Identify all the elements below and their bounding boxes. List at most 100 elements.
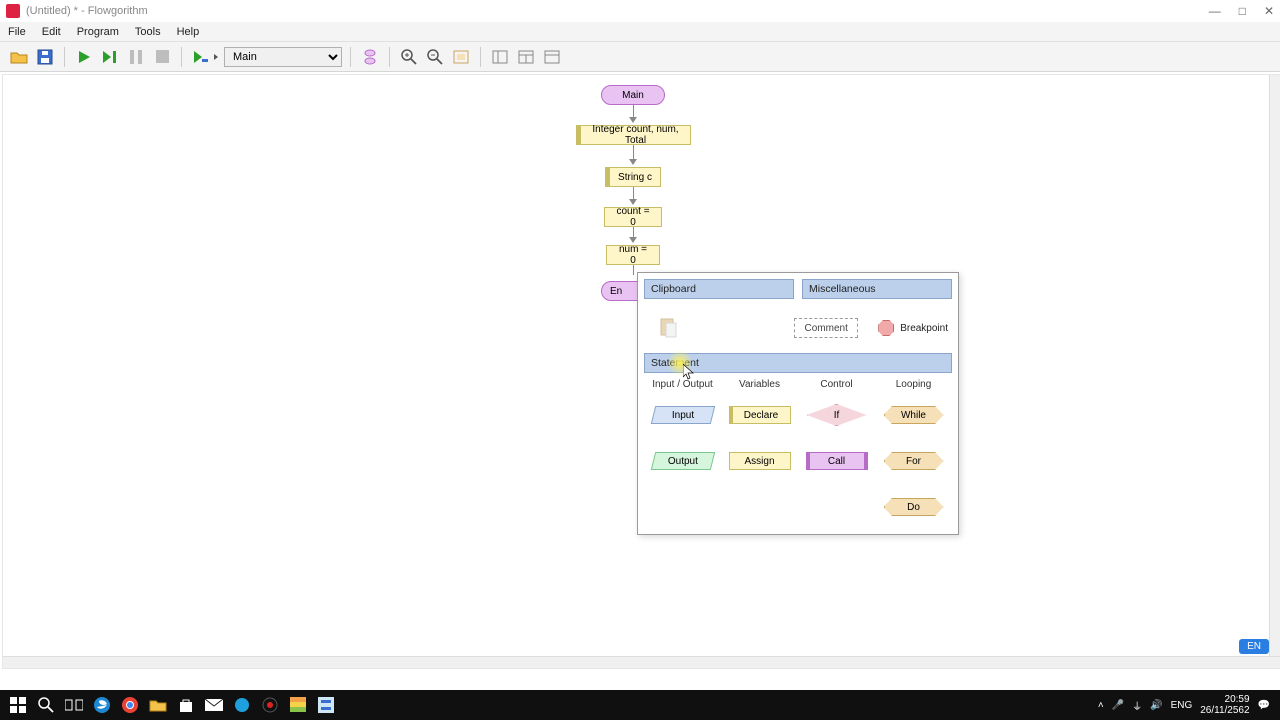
separator <box>350 47 351 67</box>
edge-icon[interactable] <box>88 691 116 719</box>
arrow-head-icon <box>629 159 637 165</box>
shape-comment-label: Comment <box>805 323 848 334</box>
task-view-icon[interactable] <box>60 691 88 719</box>
menubar: File Edit Program Tools Help <box>0 22 1280 42</box>
col-loop: Looping <box>875 379 952 390</box>
shape-input[interactable]: Input <box>651 404 715 426</box>
chrome-icon[interactable] <box>116 691 144 719</box>
tray-volume-icon[interactable]: 🔊 <box>1150 700 1162 711</box>
app2-icon[interactable] <box>284 691 312 719</box>
flowgorithm-taskbar-icon[interactable] <box>312 691 340 719</box>
app-icon <box>6 4 20 18</box>
separator <box>64 47 65 67</box>
node-main-label: Main <box>622 90 644 101</box>
arrow-head-icon <box>629 117 637 123</box>
shape-input-label: Input <box>671 410 693 421</box>
language-badge[interactable]: EN <box>1239 639 1269 654</box>
zoom-fit-icon[interactable] <box>450 46 472 68</box>
app1-icon[interactable] <box>228 691 256 719</box>
node-assign-num-label: num = 0 <box>617 244 649 266</box>
run-speed-icon[interactable] <box>190 46 220 68</box>
flowchart-canvas[interactable]: Main Integer count, num, Total String c … <box>2 74 1280 669</box>
titlebar: (Untitled) * - Flowgorithm — □ ✕ <box>0 0 1280 22</box>
arrow-head-icon <box>629 199 637 205</box>
zoom-in-icon[interactable] <box>398 46 420 68</box>
node-assign-count[interactable]: count = 0 <box>604 207 662 227</box>
menu-file[interactable]: File <box>8 26 26 38</box>
node-main[interactable]: Main <box>601 85 665 105</box>
shape-breakpoint-label: Breakpoint <box>900 323 948 334</box>
menu-edit[interactable]: Edit <box>42 26 61 38</box>
shape-output[interactable]: Output <box>651 450 715 472</box>
column-labels: Input / Output Variables Control Looping <box>644 379 952 390</box>
shape-assign-label: Assign <box>744 456 774 467</box>
stop-icon[interactable] <box>151 46 173 68</box>
shape-assign[interactable]: Assign <box>728 450 792 472</box>
section-misc-label: Miscellaneous <box>809 283 876 295</box>
tray-date: 26/11/2562 <box>1200 705 1249 716</box>
node-declare-integers[interactable]: Integer count, num, Total <box>576 125 691 145</box>
menu-tools[interactable]: Tools <box>135 26 161 38</box>
shape-output-label: Output <box>667 456 697 467</box>
shape-declare-label: Declare <box>744 410 778 421</box>
record-icon[interactable] <box>256 691 284 719</box>
start-button[interactable] <box>4 691 32 719</box>
step-icon[interactable] <box>99 46 121 68</box>
shape-do-label: Do <box>907 502 920 513</box>
save-icon[interactable] <box>34 46 56 68</box>
node-declare-integers-label: Integer count, num, Total <box>589 124 682 146</box>
tray-wifi-icon[interactable]: ⏚ <box>1132 698 1142 713</box>
tray-chevron-icon[interactable]: ˄ <box>1098 700 1104 711</box>
store-icon[interactable] <box>172 691 200 719</box>
shape-for[interactable]: For <box>882 450 946 472</box>
shape-do[interactable]: Do <box>882 496 946 518</box>
window-title: (Untitled) * - Flowgorithm <box>26 5 148 17</box>
explorer-icon[interactable] <box>144 691 172 719</box>
shape-for-label: For <box>906 456 921 467</box>
minimize-button[interactable]: — <box>1209 4 1221 18</box>
vertical-scrollbar[interactable] <box>1269 75 1280 656</box>
col-ctrl: Control <box>798 379 875 390</box>
close-button[interactable]: ✕ <box>1264 4 1274 18</box>
shape-breakpoint[interactable] <box>878 320 894 336</box>
section-misc: Miscellaneous <box>802 279 952 299</box>
section-clipboard-label: Clipboard <box>651 283 696 295</box>
shape-if-label: If <box>834 410 840 421</box>
layout3-icon[interactable] <box>541 46 563 68</box>
arrow-head-icon <box>629 237 637 243</box>
col-io: Input / Output <box>644 379 721 390</box>
function-select[interactable]: Main <box>224 47 342 67</box>
paste-icon[interactable] <box>658 317 680 339</box>
arrow <box>633 265 634 275</box>
menu-help[interactable]: Help <box>177 26 200 38</box>
pause-icon[interactable] <box>125 46 147 68</box>
zoom-out-icon[interactable] <box>424 46 446 68</box>
tray-clock[interactable]: 20:59 26/11/2562 <box>1200 694 1249 716</box>
shape-comment[interactable]: Comment <box>794 318 858 338</box>
search-icon[interactable] <box>32 691 60 719</box>
node-declare-string[interactable]: String c <box>605 167 661 187</box>
node-assign-num[interactable]: num = 0 <box>606 245 660 265</box>
horizontal-scrollbar[interactable] <box>3 656 1280 668</box>
section-clipboard: Clipboard <box>644 279 794 299</box>
tray-notifications-icon[interactable]: 💬 <box>1258 700 1270 711</box>
layout1-icon[interactable] <box>489 46 511 68</box>
layout2-icon[interactable] <box>515 46 537 68</box>
separator <box>480 47 481 67</box>
taskbar: ˄ 🎤 ⏚ 🔊 ENG 20:59 26/11/2562 💬 <box>0 690 1280 720</box>
shape-call-label: Call <box>828 456 845 467</box>
node-declare-string-label: String c <box>618 172 652 183</box>
maximize-button[interactable]: □ <box>1239 4 1246 18</box>
run-icon[interactable] <box>73 46 95 68</box>
toolbar: Main <box>0 42 1280 72</box>
hourglass-icon[interactable] <box>359 46 381 68</box>
shape-if[interactable]: If <box>805 404 869 426</box>
open-icon[interactable] <box>8 46 30 68</box>
menu-program[interactable]: Program <box>77 26 119 38</box>
mail-icon[interactable] <box>200 691 228 719</box>
shape-while[interactable]: While <box>882 404 946 426</box>
tray-mic-icon[interactable]: 🎤 <box>1112 700 1124 711</box>
shape-declare[interactable]: Declare <box>728 404 792 426</box>
tray-lang[interactable]: ENG <box>1171 700 1193 711</box>
shape-call[interactable]: Call <box>805 450 869 472</box>
